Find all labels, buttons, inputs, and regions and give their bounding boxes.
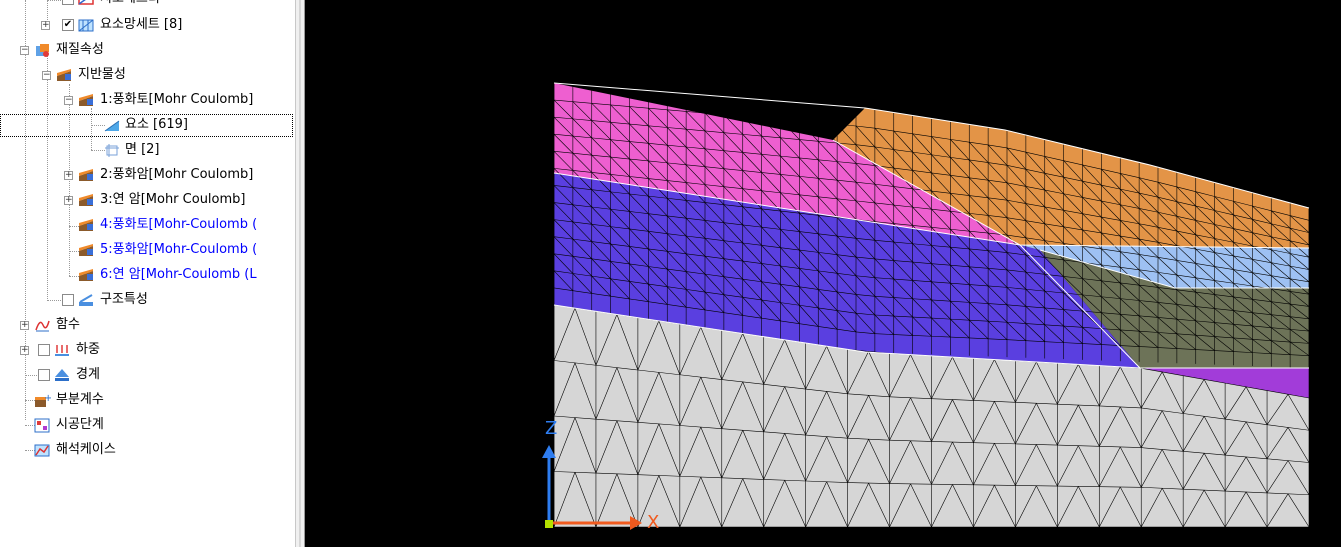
tree-item-functions[interactable]: + 함수 xyxy=(0,313,295,337)
collapse-icon[interactable]: − xyxy=(20,46,29,55)
ground-material-icon xyxy=(78,193,95,208)
tree-item-label: 4:풍화토[Mohr-Coulomb ( xyxy=(100,217,258,232)
material-properties-icon xyxy=(34,43,51,58)
tree-item-analysis-cases[interactable]: 해석케이스 xyxy=(0,438,295,462)
tree-item-material-1[interactable]: − 1:풍화토[Mohr Coulomb] xyxy=(0,88,295,112)
boundary-checkbox[interactable] xyxy=(38,369,50,381)
ground-material-icon xyxy=(78,168,95,183)
tree-item-material-3[interactable]: + 3:연 암[Mohr Coulomb] xyxy=(0,188,295,212)
ground-material-icon xyxy=(56,68,73,83)
tree-item-material-2[interactable]: + 2:풍화암[Mohr Coulomb] xyxy=(0,163,295,187)
expand-icon[interactable]: + xyxy=(20,321,29,330)
tree-item-label: 부분계수 xyxy=(56,392,104,407)
panel-splitter[interactable] xyxy=(295,0,305,547)
tree-item-material-4[interactable]: 4:풍화토[Mohr-Coulomb ( xyxy=(0,213,295,237)
tree-item-label: 2:풍화암[Mohr Coulomb] xyxy=(100,167,254,182)
x-axis-label: X xyxy=(647,512,659,533)
tree-item-label: 재질속성 xyxy=(56,42,104,57)
structural-icon xyxy=(78,293,95,308)
mesh-sets-checkbox[interactable]: ✔ xyxy=(62,19,74,31)
tree-item-label: 함수 xyxy=(56,317,80,332)
ground-material-icon xyxy=(78,93,95,108)
tree-item-label: 면 [2] xyxy=(125,142,160,157)
tree-item-loads[interactable]: + 하중 xyxy=(0,338,295,362)
tree-item-material-5[interactable]: 5:풍화암[Mohr-Coulomb ( xyxy=(0,238,295,262)
loads-checkbox[interactable] xyxy=(38,344,50,356)
tree-item-label: 1:풍화토[Mohr Coulomb] xyxy=(100,92,254,107)
expand-icon[interactable]: + xyxy=(64,196,73,205)
function-icon xyxy=(34,318,51,333)
tree-item-material-properties[interactable]: − 재질속성 xyxy=(0,38,295,62)
axis-origin-icon xyxy=(545,520,553,528)
tree-item-label: 요소망세트 [8] xyxy=(100,17,183,32)
tree-item-construction-stages[interactable]: 시공단계 xyxy=(0,413,295,437)
mesh-icon xyxy=(78,18,95,33)
tree-item-ground-properties[interactable]: − 지반물성 xyxy=(0,63,295,87)
geometry-checkbox[interactable] xyxy=(62,0,74,5)
partial-factor-icon: + xyxy=(34,393,52,408)
tree-item-label: 시공단계 xyxy=(56,417,104,432)
tree-item-label: 구조특성 xyxy=(100,292,148,307)
z-axis-label: Z xyxy=(545,418,557,439)
tree-item-label: 6:연 암[Mohr-Coulomb (L xyxy=(100,267,257,282)
collapse-icon[interactable]: − xyxy=(64,96,73,105)
tree-item-geometry[interactable]: 지오메트리 xyxy=(0,0,295,11)
element-icon xyxy=(104,118,121,133)
geometry-icon xyxy=(78,0,95,7)
load-icon xyxy=(54,343,71,358)
mesh-model: Z X xyxy=(542,82,1310,533)
tree-item-label: 해석케이스 xyxy=(56,442,116,457)
tree-item-structural-properties[interactable]: 구조특성 xyxy=(0,288,295,312)
construction-stage-icon xyxy=(34,418,51,433)
ground-material-icon xyxy=(78,243,95,258)
ground-material-icon xyxy=(78,268,95,283)
tree-item-label: 하중 xyxy=(76,342,100,357)
structural-properties-checkbox[interactable] xyxy=(62,294,74,306)
svg-text:+: + xyxy=(44,393,51,404)
tree-item-label: 요소 [619] xyxy=(125,117,189,132)
expand-icon[interactable]: + xyxy=(20,346,29,355)
expand-icon[interactable]: + xyxy=(41,21,50,30)
tree-item-material-6[interactable]: 6:연 암[Mohr-Coulomb (L xyxy=(0,263,295,287)
boundary-icon xyxy=(54,368,71,383)
tree-item-boundary[interactable]: 경계 xyxy=(0,363,295,387)
tree-item-mesh-sets[interactable]: + ✔ 요소망세트 [8] xyxy=(0,13,295,37)
model-viewport[interactable]: Z X xyxy=(305,0,1341,547)
tree-item-faces[interactable]: 면 [2] xyxy=(0,138,295,162)
ground-material-icon xyxy=(78,218,95,233)
tree-item-label: 3:연 암[Mohr Coulomb] xyxy=(100,192,246,207)
model-tree: 지오메트리 + ✔ 요소망세트 [8] − 재질속성 − 지반물성 − 1:풍화… xyxy=(0,0,295,547)
tree-item-label: 경계 xyxy=(76,367,100,382)
tree-item-label: 지반물성 xyxy=(78,67,126,82)
face-icon xyxy=(104,143,121,158)
tree-item-partial-factors[interactable]: + 부분계수 xyxy=(0,388,295,412)
tree-item-label: 5:풍화암[Mohr-Coulomb ( xyxy=(100,242,258,257)
tree-item-label: 지오메트리 xyxy=(100,0,160,11)
analysis-case-icon xyxy=(34,443,51,458)
collapse-icon[interactable]: − xyxy=(42,71,51,80)
expand-icon[interactable]: + xyxy=(64,171,73,180)
tree-item-elements[interactable]: 요소 [619] xyxy=(0,113,295,137)
